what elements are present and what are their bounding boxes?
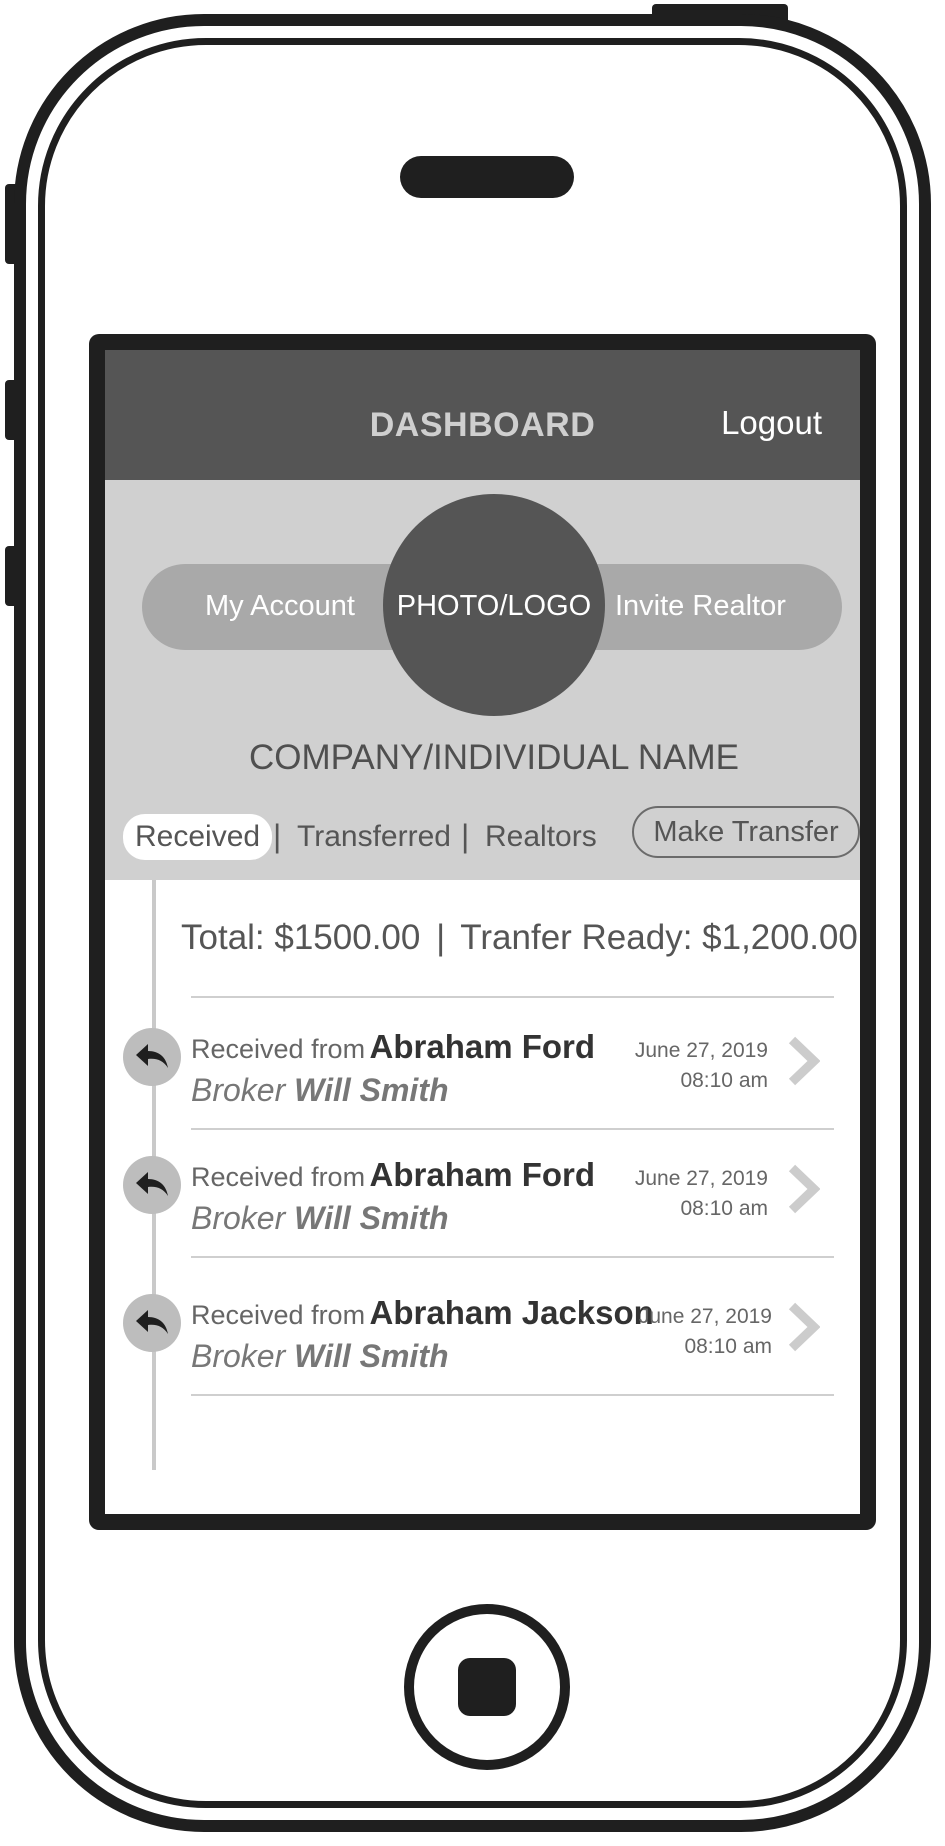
- make-transfer-button[interactable]: Make Transfer: [632, 806, 860, 858]
- entry-time: 08:10 am: [680, 1069, 768, 1092]
- broker-name: Will Smith: [294, 1072, 449, 1108]
- entry-date: June 27, 2019: [634, 1039, 768, 1062]
- sender-name: Abraham Ford: [369, 1028, 596, 1065]
- tab-separator: |: [461, 818, 470, 854]
- sender-name: Abraham Jackson: [369, 1294, 654, 1331]
- list-item[interactable]: Received from Abraham Jackson Broker Wil…: [105, 1276, 860, 1404]
- entry-date: June 27, 2019: [634, 1167, 768, 1190]
- profile-panel: My Account Invite Realtor PHOTO/LOGO COM…: [105, 480, 860, 880]
- divider: [191, 996, 834, 998]
- divider: [191, 1256, 834, 1258]
- entry-time: 08:10 am: [684, 1335, 772, 1358]
- chevron-right-icon[interactable]: [786, 1300, 820, 1354]
- transfer-ready-amount: Tranfer Ready: $1,200.00: [460, 918, 858, 957]
- totals-summary: Total: $1500.00 | Tranfer Ready: $1,200.…: [181, 918, 858, 958]
- entry-prefix: Received from: [191, 1034, 366, 1064]
- broker-role: Broker: [191, 1338, 286, 1374]
- chevron-right-icon[interactable]: [786, 1034, 820, 1088]
- chevron-right-icon[interactable]: [786, 1162, 820, 1216]
- screen: DASHBOARD Logout My Account Invite Realt…: [89, 334, 876, 1530]
- home-button-square-icon: [458, 1658, 516, 1716]
- broker-role: Broker: [191, 1072, 286, 1108]
- divider: [191, 1394, 834, 1396]
- total-amount: Total: $1500.00: [181, 918, 421, 957]
- tab-realtors[interactable]: Realtors: [485, 820, 597, 854]
- entry-title: Received from Abraham Jackson: [191, 1294, 654, 1332]
- broker-name: Will Smith: [294, 1200, 449, 1236]
- broker-role: Broker: [191, 1200, 286, 1236]
- logout-link[interactable]: Logout: [721, 404, 822, 442]
- totals-separator: |: [436, 918, 446, 957]
- broker-name: Will Smith: [294, 1338, 449, 1374]
- tab-received[interactable]: Received: [123, 814, 273, 860]
- entry-broker: Broker Will Smith: [191, 1200, 449, 1237]
- entry-datetime: June 27, 2019 08:10 am: [635, 1036, 768, 1096]
- entry-prefix: Received from: [191, 1300, 366, 1330]
- reply-arrow-icon: [123, 1156, 181, 1214]
- entry-datetime: June 27, 2019 08:10 am: [639, 1302, 772, 1362]
- app-header: DASHBOARD Logout: [105, 350, 860, 480]
- entry-broker: Broker Will Smith: [191, 1338, 449, 1375]
- reply-arrow-icon: [123, 1294, 181, 1352]
- tab-transferred[interactable]: Transferred: [297, 820, 451, 854]
- invite-realtor-button[interactable]: Invite Realtor: [615, 590, 786, 623]
- entry-time: 08:10 am: [680, 1197, 768, 1220]
- reply-arrow-icon: [123, 1028, 181, 1086]
- entry-prefix: Received from: [191, 1162, 366, 1192]
- company-name: COMPANY/INDIVIDUAL NAME: [248, 738, 740, 777]
- entry-date: June 27, 2019: [638, 1305, 772, 1328]
- earpiece-speaker: [400, 156, 574, 198]
- photo-logo-placeholder: PHOTO/LOGO: [396, 590, 592, 622]
- list-item[interactable]: Received from Abraham Ford Broker Will S…: [105, 1138, 860, 1266]
- sender-name: Abraham Ford: [369, 1156, 596, 1193]
- entry-broker: Broker Will Smith: [191, 1072, 449, 1109]
- entry-title: Received from Abraham Ford: [191, 1028, 595, 1066]
- entry-title: Received from Abraham Ford: [191, 1156, 595, 1194]
- my-account-button[interactable]: My Account: [205, 590, 355, 623]
- entry-datetime: June 27, 2019 08:10 am: [635, 1164, 768, 1224]
- divider: [191, 1128, 834, 1130]
- tab-separator: |: [273, 818, 282, 854]
- list-item[interactable]: Received from Abraham Ford Broker Will S…: [105, 1010, 860, 1138]
- avatar[interactable]: PHOTO/LOGO: [383, 494, 605, 716]
